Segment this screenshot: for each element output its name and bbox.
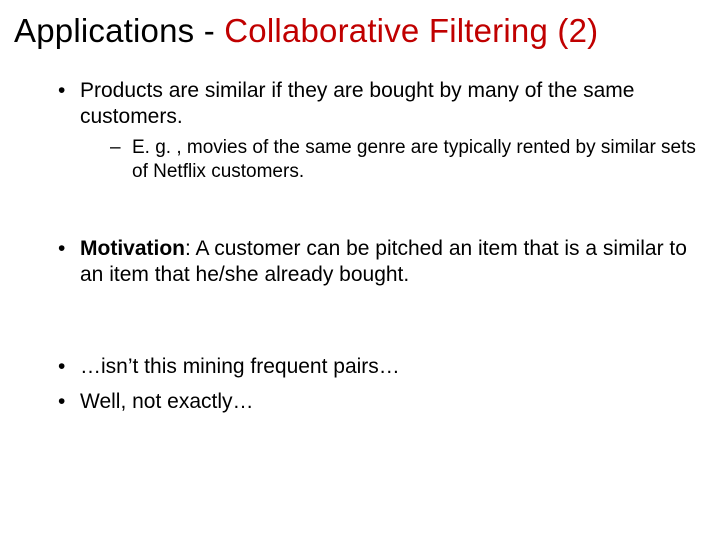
sub-bullet-text: E. g. , movies of the same genre are typ… [132,137,696,182]
bullet-text: …isn’t this mining frequent pairs… [80,355,400,378]
sub-bullet-list: E. g. , movies of the same genre are typ… [80,136,706,184]
spacer [14,296,706,354]
bullet-item-4: Well, not exactly… [58,389,706,415]
spacer [14,192,706,236]
title-part-b: Collaborative Filtering (2) [224,12,598,49]
sub-bullet-item-1: E. g. , movies of the same genre are typ… [110,136,706,184]
bullet-list: …isn’t this mining frequent pairs… Well,… [14,354,706,415]
bullet-list: Products are similar if they are bought … [14,78,706,184]
bullet-item-3: …isn’t this mining frequent pairs… [58,354,706,380]
slide-title: Applications - Collaborative Filtering (… [14,12,706,50]
bullet-text: Products are similar if they are bought … [80,79,634,128]
slide: Applications - Collaborative Filtering (… [0,0,720,540]
bullet-item-2: Motivation: A customer can be pitched an… [58,236,706,289]
bullet-item-1: Products are similar if they are bought … [58,78,706,184]
title-part-a: Applications - [14,12,224,49]
bullet-label-motivation: Motivation [80,237,185,260]
bullet-list: Motivation: A customer can be pitched an… [14,236,706,289]
bullet-text: Well, not exactly… [80,390,254,413]
